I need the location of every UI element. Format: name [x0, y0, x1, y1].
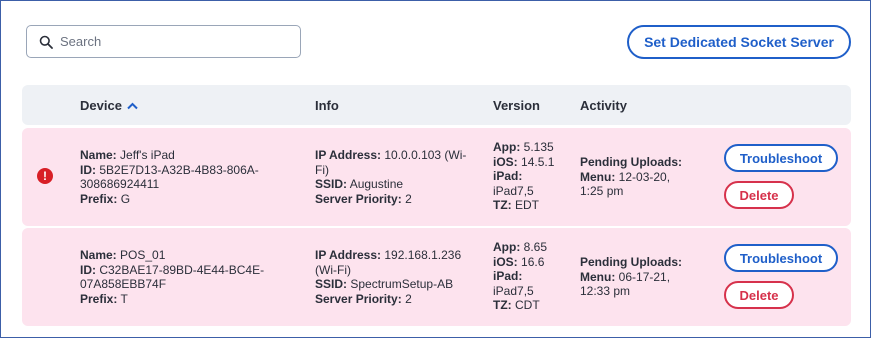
- troubleshoot-button[interactable]: Troubleshoot: [724, 244, 838, 272]
- activity-cell: Pending Uploads: Menu: 12-03-20, 1:25 pm: [580, 155, 710, 199]
- device-name: POS_01: [120, 248, 166, 262]
- menu-date: 12-03-20,: [618, 169, 671, 184]
- id-label: ID:: [80, 162, 96, 177]
- ip-label: IP Address:: [315, 148, 382, 162]
- device-cell: Name: POS_01 ID: C32BAE17-89BD-4E44-BC4E…: [80, 248, 280, 306]
- ssid-value: SpectrumSetup-AB: [350, 277, 454, 291]
- pending-uploads-label: Pending Uploads:: [580, 155, 682, 169]
- search-icon: [39, 35, 53, 49]
- app-version: 5.135: [523, 140, 554, 154]
- ipad-model: iPad7,5: [493, 183, 534, 198]
- info-cell: IP Address: 192.168.1.236 (Wi-Fi) SSID: …: [315, 248, 475, 306]
- device-id: C32BAE17-89BD-4E44-BC4E-: [99, 262, 265, 277]
- ip-label: IP Address:: [315, 248, 382, 262]
- device-prefix: T: [120, 291, 128, 306]
- device-name: Jeff's iPad: [120, 148, 175, 162]
- prefix-label: Prefix:: [80, 191, 118, 206]
- app-version: 8.65: [523, 240, 548, 254]
- device-cell: Name: Jeff's iPad ID: 5B2E7D13-A32B-4B83…: [80, 148, 280, 206]
- tz-label: TZ:: [493, 198, 512, 212]
- ip-address-cont: (Wi-Fi): [315, 262, 351, 277]
- name-label: Name:: [80, 248, 117, 262]
- ios-label: iOS:: [493, 254, 518, 269]
- activity-cell: Pending Uploads: Menu: 06-17-21, 12:33 p…: [580, 255, 710, 299]
- column-header-device-label: Device: [80, 98, 122, 113]
- table-header: Device Info Version Activity: [22, 85, 851, 125]
- tz-label: TZ:: [493, 298, 512, 312]
- device-id-cont: 308686924411: [80, 177, 160, 191]
- ip-address: 192.168.1.236: [384, 248, 462, 262]
- ip-address: 10.0.0.103 (Wi-: [384, 148, 467, 162]
- id-label: ID:: [80, 262, 96, 277]
- device-id-cont: 07A858EBB74F: [80, 277, 167, 291]
- menu-time: 12:33 pm: [580, 284, 631, 298]
- error-alert-icon: !: [37, 168, 53, 184]
- priority-value: 2: [405, 191, 412, 206]
- ssid-value: Augustine: [349, 177, 404, 191]
- ios-version: 16.6: [521, 254, 545, 269]
- table-row: ! Name: Jeff's iPad ID: 5B2E7D13-A32B-4B…: [22, 128, 851, 226]
- priority-label: Server Priority:: [315, 191, 402, 206]
- ip-address-cont: Fi): [315, 162, 329, 177]
- app-label: App:: [493, 240, 521, 254]
- set-dedicated-socket-server-button[interactable]: Set Dedicated Socket Server: [627, 25, 851, 59]
- column-header-device[interactable]: Device: [80, 98, 138, 113]
- menu-date: 06-17-21,: [618, 269, 671, 284]
- ios-label: iOS:: [493, 154, 518, 169]
- table-row: Name: POS_01 ID: C32BAE17-89BD-4E44-BC4E…: [22, 228, 851, 326]
- priority-value: 2: [405, 291, 412, 306]
- version-cell: App: 8.65 iOS: 16.6 iPad: iPad7,5 TZ: CD…: [493, 240, 563, 313]
- device-prefix: G: [120, 191, 131, 206]
- ipad-label: iPad:: [493, 169, 523, 183]
- menu-time: 1:25 pm: [580, 184, 624, 198]
- prefix-label: Prefix:: [80, 291, 118, 306]
- troubleshoot-button[interactable]: Troubleshoot: [724, 144, 838, 172]
- column-header-version: Version: [493, 98, 540, 113]
- name-label: Name:: [80, 148, 117, 162]
- menu-label: Menu:: [580, 169, 616, 184]
- version-cell: App: 5.135 iOS: 14.5.1 iPad: iPad7,5 TZ:…: [493, 140, 563, 213]
- ssid-label: SSID:: [315, 277, 348, 291]
- priority-label: Server Priority:: [315, 291, 402, 306]
- timezone: CDT: [515, 298, 540, 312]
- delete-button[interactable]: Delete: [724, 281, 794, 309]
- column-header-activity: Activity: [580, 98, 627, 113]
- info-cell: IP Address: 10.0.0.103 (Wi- Fi) SSID: Au…: [315, 148, 475, 206]
- ssid-label: SSID:: [315, 177, 348, 191]
- pending-uploads-label: Pending Uploads:: [580, 255, 682, 269]
- ipad-model: iPad7,5: [493, 283, 534, 298]
- delete-button[interactable]: Delete: [724, 181, 794, 209]
- menu-label: Menu:: [580, 269, 616, 284]
- timezone: EDT: [515, 198, 539, 212]
- chevron-up-icon: [127, 102, 138, 109]
- search-input[interactable]: [60, 34, 290, 49]
- ios-version: 14.5.1: [521, 154, 555, 169]
- search-box[interactable]: [26, 25, 301, 58]
- app-label: App:: [493, 140, 521, 154]
- column-header-info: Info: [315, 98, 339, 113]
- ipad-label: iPad:: [493, 269, 523, 283]
- device-id: 5B2E7D13-A32B-4B83-806A-: [99, 162, 259, 177]
